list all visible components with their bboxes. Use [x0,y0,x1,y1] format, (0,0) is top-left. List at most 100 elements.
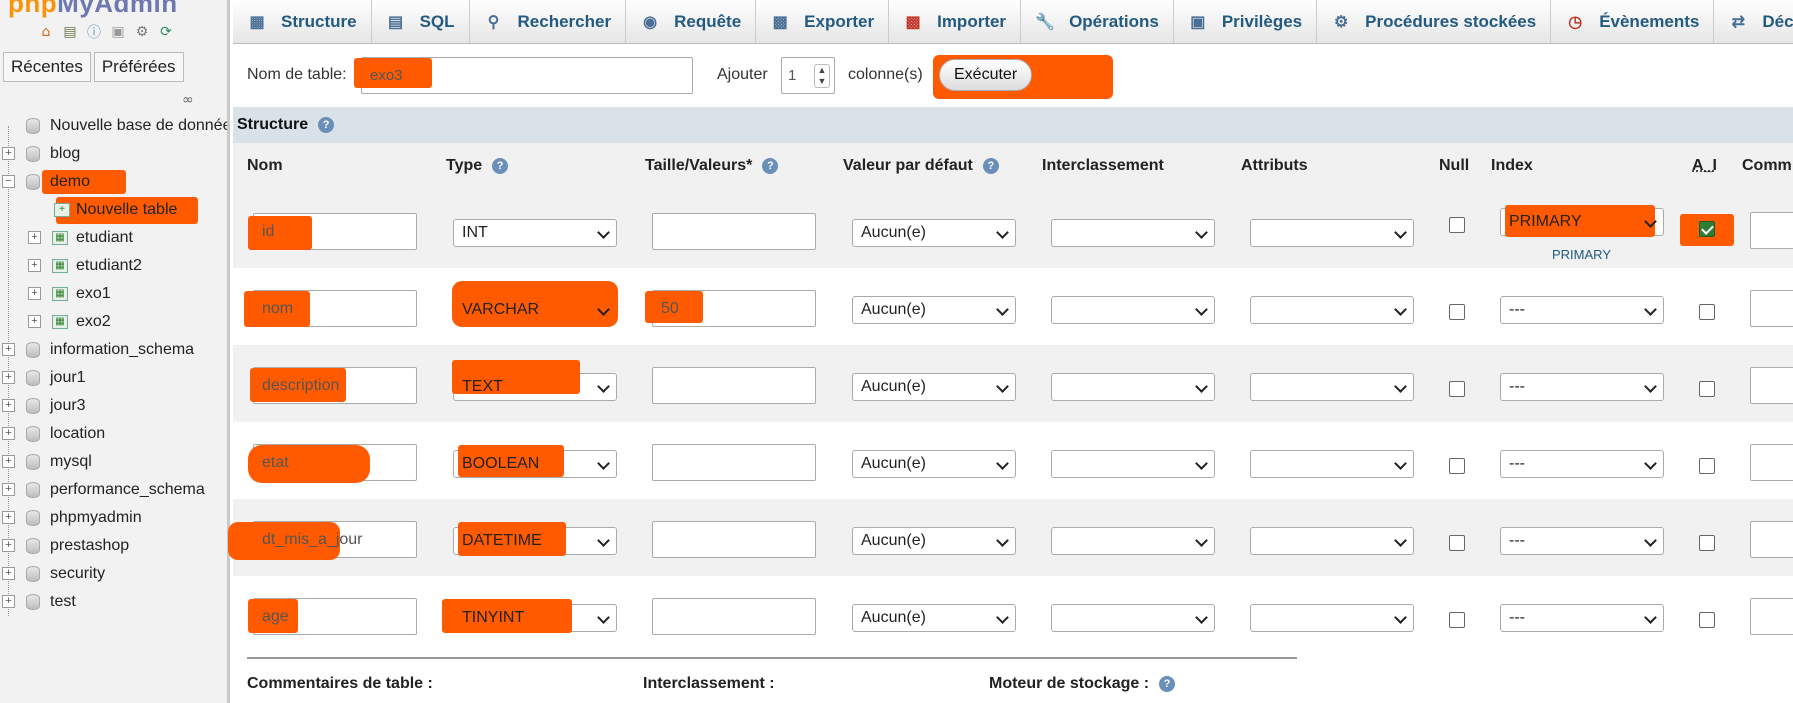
null-checkbox[interactable] [1449,217,1465,233]
column-type-select[interactable]: TINYINT [442,599,617,633]
column-index-select[interactable]: --- [1500,373,1664,401]
column-index-select[interactable]: --- [1500,450,1664,478]
column-collation-select[interactable] [1051,604,1215,632]
auto-increment-checkbox[interactable] [1699,458,1715,474]
expand-icon[interactable]: + [28,231,41,244]
tab-recent[interactable]: Récentes [3,52,91,82]
primary-key-link[interactable]: PRIMARY [1552,247,1611,262]
help-icon[interactable]: ⓘ [84,22,104,42]
null-checkbox[interactable] [1449,381,1465,397]
stepper-icon[interactable]: ▲ ▼ [814,64,830,88]
expand-icon[interactable]: + [2,343,15,356]
column-collation-select[interactable] [1051,527,1215,555]
column-index-select[interactable]: PRIMARY [1500,205,1664,237]
expand-icon[interactable]: + [2,483,15,496]
tree-item-location[interactable]: + location [0,420,227,448]
column-comments-input[interactable] [1750,290,1793,327]
column-default-select[interactable]: Aucun(e) [852,373,1016,401]
column-default-select[interactable]: Aucun(e) [852,604,1016,632]
column-name-input[interactable]: dt_mis_a_jour [228,521,417,560]
tree-item-demo[interactable]: − demo [0,168,227,196]
column-index-select[interactable]: --- [1500,604,1664,632]
column-length-input[interactable] [652,444,816,481]
expand-icon[interactable]: + [2,371,15,384]
column-default-select[interactable]: Aucun(e) [852,450,1016,478]
help-icon[interactable]: ? [982,157,999,174]
expand-icon[interactable]: + [2,399,15,412]
column-attributes-select[interactable] [1250,373,1414,401]
expand-icon[interactable]: + [28,287,41,300]
help-icon[interactable]: ? [762,157,779,174]
column-comments-input[interactable] [1750,212,1793,249]
column-index-select[interactable]: --- [1500,527,1664,555]
table-name-input[interactable]: exo3 [354,57,693,94]
tab-routines[interactable]: ⚙ Procédures stockées [1317,0,1552,43]
tab-events[interactable]: ◷ Évènements [1551,0,1715,43]
expand-icon[interactable]: + [2,511,15,524]
reload-icon[interactable]: ⟳ [156,22,176,42]
column-length-input[interactable] [652,521,816,558]
tab-favorites[interactable]: Préférées [93,52,184,82]
column-name-input[interactable]: age [248,598,417,635]
column-attributes-select[interactable] [1250,296,1414,324]
column-collation-select[interactable] [1051,296,1215,324]
execute-button[interactable]: Exécuter [939,59,1033,91]
tree-item-table-etudiant2[interactable]: + ▦ etudiant2 [0,252,227,280]
null-checkbox[interactable] [1449,458,1465,474]
tab-export[interactable]: ▩ Exporter [756,0,890,43]
column-default-select[interactable]: Aucun(e) [852,527,1016,555]
column-type-select[interactable]: TEXT [452,360,617,401]
help-icon[interactable]: ? [492,157,509,174]
column-comments-input[interactable] [1750,367,1793,404]
column-length-input[interactable] [652,367,816,404]
tree-item-table-exo1[interactable]: + ▦ exo1 [0,280,227,308]
column-length-input[interactable]: 50 [645,290,816,327]
tree-item-prestashop[interactable]: + prestashop [0,532,227,560]
tree-item-jour1[interactable]: + jour1 [0,364,227,392]
expand-icon[interactable]: + [2,427,15,440]
column-default-select[interactable]: Aucun(e) [852,296,1016,324]
phpmyadmin-logo[interactable]: phpMyAdmin [8,0,178,19]
home-icon[interactable]: ⌂ [36,22,56,42]
tree-item-blog[interactable]: + blog [0,140,227,168]
tab-import[interactable]: ▩ Importer [889,0,1022,43]
help-icon[interactable]: ? [1159,675,1176,692]
tab-operations[interactable]: 🔧 Opérations [1021,0,1174,43]
docs-icon[interactable]: ▣ [108,22,128,42]
column-comments-input[interactable] [1750,521,1793,558]
column-attributes-select[interactable] [1250,450,1414,478]
auto-increment-checkbox[interactable] [1699,381,1715,397]
expand-icon[interactable]: + [28,259,41,272]
tree-item-information-schema[interactable]: + information_schema [0,336,227,364]
column-name-input[interactable]: nom [244,290,417,327]
column-type-select[interactable]: DATETIME [453,522,617,556]
auto-increment-checkbox[interactable] [1699,612,1715,628]
column-collation-select[interactable] [1051,219,1215,247]
column-comments-input[interactable] [1750,598,1793,635]
null-checkbox[interactable] [1449,304,1465,320]
column-attributes-select[interactable] [1250,219,1414,247]
collapse-icon[interactable]: − [2,175,15,188]
tree-item-phpmyadmin[interactable]: + phpmyadmin [0,504,227,532]
column-length-input[interactable] [652,213,816,250]
tab-triggers[interactable]: ⇄ Déclencheurs [1714,0,1793,43]
column-comments-input[interactable] [1750,444,1793,481]
expand-icon[interactable]: + [2,567,15,580]
null-checkbox[interactable] [1449,535,1465,551]
tree-item-security[interactable]: + security [0,560,227,588]
column-default-select[interactable]: Aucun(e) [852,219,1016,247]
expand-icon[interactable]: + [28,315,41,328]
tree-item-new-database[interactable]: Nouvelle base de données [0,112,227,140]
column-collation-select[interactable] [1051,450,1215,478]
expand-icon[interactable]: + [2,595,15,608]
auto-increment-checkbox[interactable] [1699,221,1715,237]
expand-icon[interactable]: + [2,147,15,160]
column-index-select[interactable]: --- [1500,296,1664,324]
expand-icon[interactable]: + [2,539,15,552]
column-length-input[interactable] [652,598,816,635]
tree-item-table-etudiant[interactable]: + ▦ etudiant [0,224,227,252]
exit-icon[interactable]: ▤ [60,22,80,42]
tree-item-table-exo2[interactable]: + ▦ exo2 [0,308,227,336]
tree-item-jour3[interactable]: + jour3 [0,392,227,420]
add-columns-count[interactable]: 1 ▲ ▼ [781,57,835,94]
